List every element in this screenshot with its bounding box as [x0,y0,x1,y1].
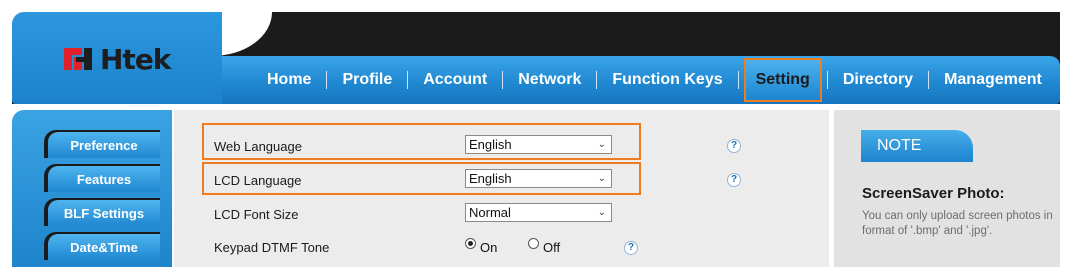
sidebar-item-preference: Preference [44,130,160,158]
chevron-down-icon: ⌄ [597,139,606,150]
sidebar-blf-settings-button[interactable]: BLF Settings [48,200,160,226]
web-language-help-icon[interactable]: ? [727,139,741,153]
main-nav: Home Profile Account Network Function Ke… [252,58,1057,102]
chevron-down-icon: ⌄ [597,173,606,184]
logo-text: Htek [100,42,171,76]
sidebar-date-time-button[interactable]: Date&Time [48,234,160,260]
dtmf-help-icon[interactable]: ? [624,241,638,255]
dtmf-off-radio[interactable] [528,238,539,249]
lcd-font-size-select[interactable]: Normal ⌄ [465,203,612,222]
sidebar-features-button[interactable]: Features [48,166,160,192]
lcd-language-label: LCD Language [214,173,302,188]
dtmf-on-radio[interactable] [465,238,476,249]
dtmf-off-label: Off [543,240,561,255]
sidebar-item-features: Features [44,164,160,192]
header: Htek Home Profile Account Network Functi… [12,12,1060,104]
sidebar-preference-button[interactable]: Preference [48,132,160,158]
htek-logo: Htek [64,42,171,76]
nav-function-keys[interactable]: Function Keys [597,71,737,89]
nav-network[interactable]: Network [503,71,596,89]
nav-directory[interactable]: Directory [828,71,928,89]
note-panel: NOTE ScreenSaver Photo: You can only upl… [834,110,1060,267]
nav-profile[interactable]: Profile [327,71,407,89]
lcd-language-help-icon[interactable]: ? [727,173,741,187]
web-language-label: Web Language [214,139,302,154]
sidebar-item-date-time: Date&Time [44,232,160,260]
nav-home[interactable]: Home [252,71,326,89]
lcd-language-select[interactable]: English ⌄ [465,169,612,188]
note-title: ScreenSaver Photo: [862,185,1005,202]
nav-account[interactable]: Account [408,71,502,89]
sidebar: Preference Features BLF Settings Date&Ti… [12,110,172,267]
keypad-dtmf-tone-label: Keypad DTMF Tone [214,240,330,255]
chevron-down-icon: ⌄ [597,207,606,218]
web-language-value: English [469,137,512,152]
lcd-language-value: English [469,171,512,186]
lcd-font-size-label: LCD Font Size [214,207,299,222]
nav-management[interactable]: Management [929,71,1057,89]
nav-separator [737,71,739,89]
dtmf-on-label: On [480,240,498,255]
logo-mark-icon [64,48,92,70]
nav-setting[interactable]: Setting [743,58,822,102]
note-tab: NOTE [861,130,973,162]
sidebar-item-blf-settings: BLF Settings [44,198,160,226]
note-text: You can only upload screen photos in for… [862,210,1053,237]
lcd-font-size-value: Normal [469,205,511,220]
web-language-select[interactable]: English ⌄ [465,135,612,154]
